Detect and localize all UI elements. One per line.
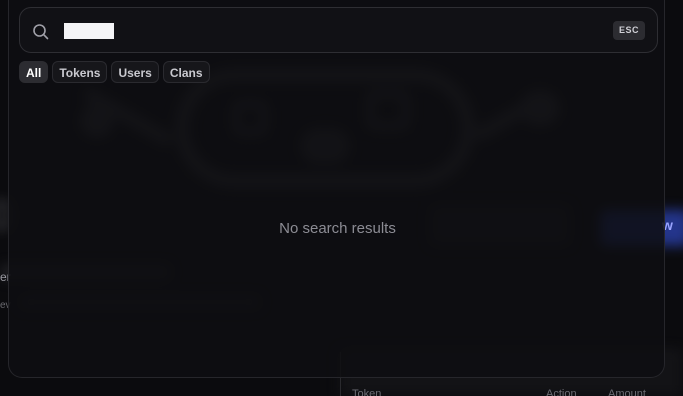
search-modal: ESC All Tokens Users Clans No search res…: [8, 0, 665, 378]
background-column-header: Amount: [608, 388, 646, 396]
background-column-header: Action: [546, 388, 577, 396]
tab-clans[interactable]: Clans: [162, 61, 210, 83]
tab-tokens[interactable]: Tokens: [52, 61, 108, 83]
search-bar[interactable]: ESC: [19, 7, 658, 53]
search-filter-tabs: All Tokens Users Clans: [19, 61, 210, 83]
search-icon: [32, 23, 50, 41]
tab-all[interactable]: All: [19, 61, 49, 83]
empty-results-message: No search results: [279, 220, 396, 237]
tab-users[interactable]: Users: [111, 61, 159, 83]
search-input[interactable]: [64, 21, 604, 41]
background-column-header: Token: [352, 388, 382, 396]
esc-close-button[interactable]: ESC: [612, 21, 645, 40]
